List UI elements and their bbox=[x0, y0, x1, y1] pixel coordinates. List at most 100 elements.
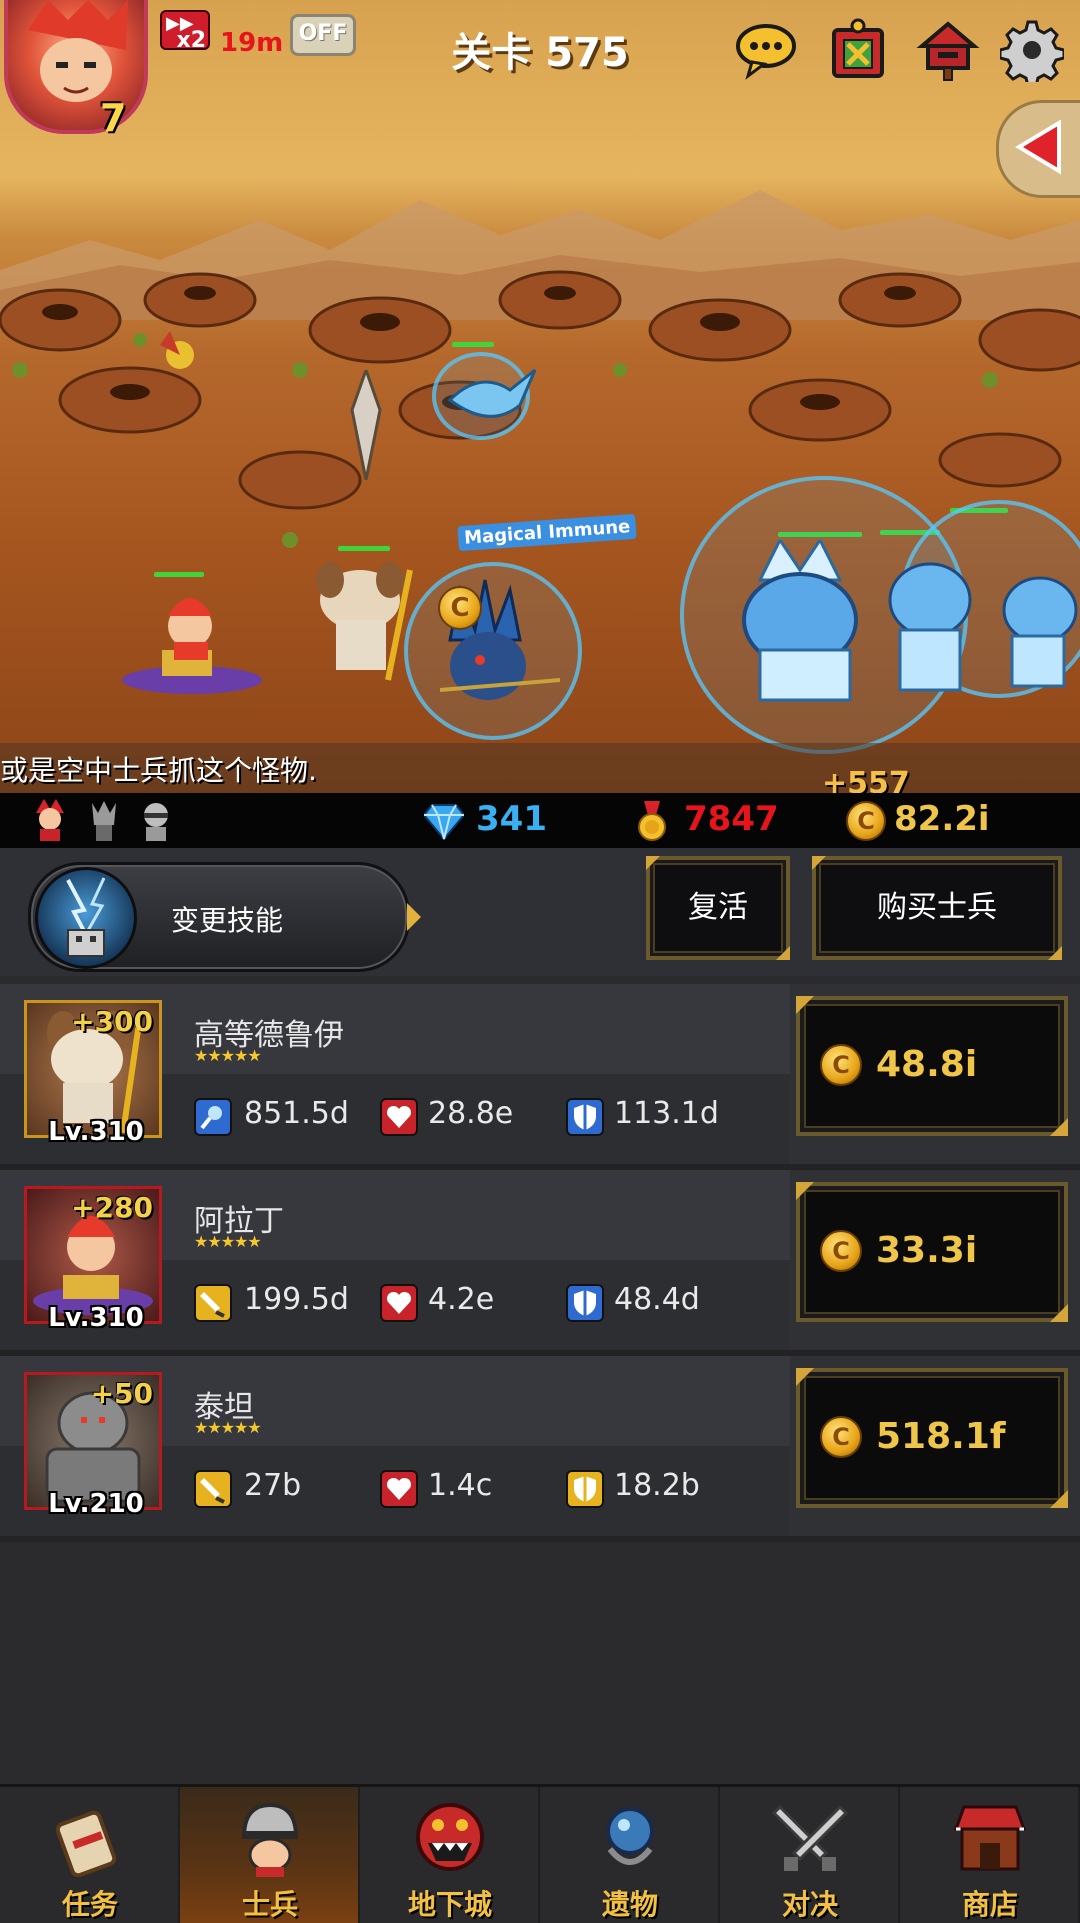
hp-bar bbox=[154, 572, 204, 577]
team-hero-icon[interactable] bbox=[30, 799, 70, 841]
aladdin-unit bbox=[122, 598, 262, 694]
upgrade-cost: 518.1f bbox=[876, 1416, 1006, 1457]
upgrade-button[interactable]: C 33.3i bbox=[796, 1182, 1068, 1322]
upgrade-button[interactable]: C 518.1f bbox=[796, 1368, 1068, 1508]
flying-unit bbox=[160, 331, 194, 369]
damage-popup: +557 bbox=[822, 766, 910, 793]
guild-banner-icon[interactable] bbox=[826, 18, 890, 82]
mailbox-icon[interactable] bbox=[916, 18, 980, 82]
hp-bar bbox=[338, 546, 390, 551]
attack-value: 27b bbox=[244, 1468, 302, 1503]
unit-level: Lv.210 bbox=[48, 1489, 144, 1519]
tab-shop[interactable]: 商店 bbox=[900, 1787, 1080, 1923]
settings-gear-icon[interactable] bbox=[1000, 18, 1064, 82]
gem-count: 341 bbox=[476, 799, 547, 839]
unit-level: Lv.310 bbox=[48, 1117, 144, 1147]
sword-icon bbox=[194, 1470, 232, 1508]
list-item: +280 Lv.310 阿拉丁 ★★★★★ 199.5d 4.2e 48.4d … bbox=[0, 1170, 1080, 1356]
hp-value: 28.8e bbox=[428, 1096, 514, 1131]
upgrade-cost: 48.8i bbox=[876, 1044, 978, 1085]
action-row: 变更技能 复活 购买士兵 bbox=[0, 848, 1080, 976]
side-panel-toggle[interactable] bbox=[996, 100, 1080, 198]
attack-value: 851.5d bbox=[244, 1096, 349, 1131]
upgrade-bonus: +280 bbox=[71, 1191, 153, 1224]
defense-value: 48.4d bbox=[614, 1282, 700, 1317]
tab-label: 任务 bbox=[61, 1888, 118, 1921]
unit-portrait[interactable]: +300 Lv.310 bbox=[24, 1000, 162, 1147]
chat-icon[interactable] bbox=[734, 18, 798, 82]
bottom-nav: 任务 士兵 地下城 遗物 对决 商店 bbox=[0, 1784, 1080, 1923]
gold-coin-icon: C bbox=[846, 801, 886, 841]
shield-icon bbox=[566, 1098, 604, 1136]
monster-icon bbox=[416, 1803, 484, 1871]
tab-soldiers[interactable]: 士兵 bbox=[180, 1787, 360, 1923]
tab-label: 遗物 bbox=[601, 1888, 658, 1921]
medal-count: 7847 bbox=[684, 799, 779, 839]
shield-icon bbox=[566, 1284, 604, 1322]
ice-golem-enemies bbox=[742, 540, 1078, 702]
upgrade-button[interactable]: C 48.8i bbox=[796, 996, 1068, 1136]
unit-portrait[interactable]: +280 Lv.310 bbox=[24, 1186, 162, 1333]
tab-dungeon[interactable]: 地下城 bbox=[360, 1787, 540, 1923]
medal-icon bbox=[638, 801, 666, 841]
spear-unit bbox=[350, 370, 382, 480]
player-level: 7 bbox=[100, 96, 127, 140]
tab-label: 士兵 bbox=[241, 1888, 298, 1921]
upgrade-cost: 33.3i bbox=[876, 1230, 978, 1271]
resource-bar: 341 7847 C 82.2i bbox=[0, 793, 1080, 848]
auto-toggle[interactable]: OFF bbox=[290, 14, 356, 56]
revive-button[interactable]: 复活 bbox=[646, 856, 790, 960]
star-rating: ★★★★★ bbox=[194, 1046, 262, 1065]
sword-icon bbox=[194, 1284, 232, 1322]
defense-value: 18.2b bbox=[614, 1468, 700, 1503]
hint-text: 或是空中士兵抓这个怪物. bbox=[0, 754, 317, 787]
knight-helmet-icon bbox=[241, 1802, 299, 1877]
heart-icon bbox=[380, 1098, 418, 1136]
star-rating: ★★★★★ bbox=[194, 1232, 262, 1251]
stage-title: 关卡 575 bbox=[451, 30, 629, 76]
hp-value: 1.4c bbox=[428, 1468, 493, 1503]
gold-coin-drop[interactable]: C bbox=[438, 586, 482, 630]
gem-icon bbox=[424, 804, 464, 841]
orb-icon bbox=[606, 1807, 654, 1865]
upgrade-bonus: +50 bbox=[90, 1377, 153, 1410]
gold-coin-icon: C bbox=[820, 1416, 862, 1458]
defense-value: 113.1d bbox=[614, 1096, 719, 1131]
boost-timer: 19m bbox=[220, 28, 284, 58]
change-skill-label: 变更技能 bbox=[171, 904, 284, 937]
heart-icon bbox=[380, 1470, 418, 1508]
lightning-tower-icon bbox=[35, 867, 137, 969]
change-skill-button[interactable]: 变更技能 bbox=[28, 862, 421, 972]
tab-missions[interactable]: 任务 bbox=[0, 1787, 180, 1923]
triangle-left-icon bbox=[1015, 119, 1061, 175]
shop-icon bbox=[953, 1805, 1027, 1871]
crossed-swords-icon bbox=[771, 1804, 849, 1871]
heart-icon bbox=[380, 1284, 418, 1322]
fast-forward-icon: ▶▶ bbox=[166, 13, 194, 34]
buy-soldier-button[interactable]: 购买士兵 bbox=[812, 856, 1062, 960]
star-rating: ★★★★★ bbox=[194, 1418, 262, 1437]
gold-count: 82.2i bbox=[894, 799, 990, 839]
unit-level: Lv.310 bbox=[48, 1303, 144, 1333]
tab-label: 对决 bbox=[781, 1888, 838, 1921]
battle-scene: 7 ▶▶ x2 19m OFF 关卡 575 Magical Immune C … bbox=[0, 0, 1080, 793]
gold-coin-icon: C bbox=[820, 1044, 862, 1086]
attack-value: 199.5d bbox=[244, 1282, 349, 1317]
magic-staff-icon bbox=[194, 1098, 232, 1136]
tab-pvp[interactable]: 对决 bbox=[720, 1787, 900, 1923]
tab-label: 商店 bbox=[961, 1888, 1018, 1921]
speed-boost-badge[interactable]: ▶▶ x2 bbox=[160, 10, 210, 53]
team-knight-icon[interactable] bbox=[84, 799, 124, 841]
team-robot-icon[interactable] bbox=[136, 799, 176, 841]
unit-portrait[interactable]: +50 Lv.210 bbox=[24, 1372, 162, 1519]
chevron-right-icon bbox=[407, 903, 421, 931]
gold-coin-icon: C bbox=[820, 1230, 862, 1272]
list-item: +300 Lv.310 高等德鲁伊 ★★★★★ 851.5d 28.8e 113… bbox=[0, 984, 1080, 1170]
hint-bar: 或是空中士兵抓这个怪物. bbox=[0, 743, 1080, 793]
upgrade-bonus: +300 bbox=[71, 1005, 153, 1038]
tab-relics[interactable]: 遗物 bbox=[540, 1787, 720, 1923]
hp-bar bbox=[452, 342, 494, 347]
scroll-icon bbox=[55, 1810, 117, 1877]
shield-icon bbox=[566, 1470, 604, 1508]
tab-label: 地下城 bbox=[407, 1888, 492, 1921]
